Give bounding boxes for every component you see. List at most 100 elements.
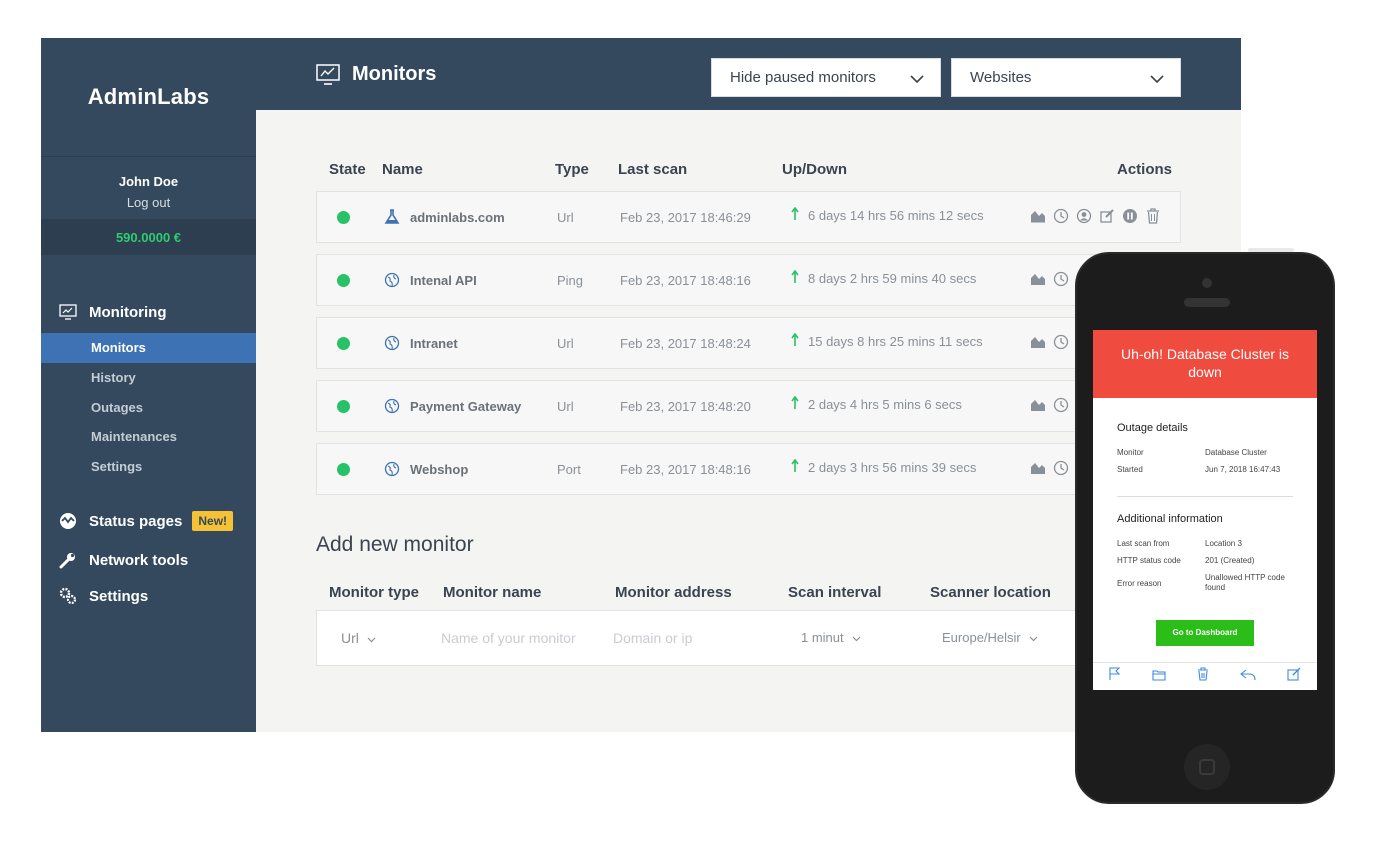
arrow-up-icon [791,206,799,224]
chevron-down-icon [910,71,924,88]
trash-icon[interactable] [1144,207,1161,224]
monitor-name[interactable]: Webshop [410,462,468,477]
phone-speaker [1184,298,1230,307]
started-value: Jun 7, 2018 16:47:43 [1205,465,1281,474]
phone-camera [1202,278,1212,288]
sidebar: AdminLabs John Doe Log out 590.0000 € Mo… [41,38,256,732]
compose-icon[interactable] [1287,667,1301,686]
scan-interval-select[interactable]: 1 minut [801,630,861,645]
nav-monitoring-header[interactable]: Monitoring [41,299,256,325]
status-up-dot [337,274,350,287]
monitor-uptime: 2 days 4 hrs 5 mins 6 secs [791,395,962,413]
col-type: Type [555,161,589,178]
uptime-text: 2 days 3 hrs 56 mins 39 secs [808,460,977,475]
last-scan-value: Location 3 [1205,539,1242,548]
history-icon[interactable] [1052,270,1069,287]
phone-screen: Uh-oh! Database Cluster is down Outage d… [1093,330,1317,690]
table-row[interactable]: Intenal API Ping Feb 23, 2017 18:48:16 8… [316,254,1181,306]
col-updown: Up/Down [782,161,847,178]
monitor-title-icon [316,63,340,86]
started-label: Started [1117,465,1143,474]
col-monitor-name: Monitor name [443,584,542,601]
monitor-name-input[interactable]: Name of your monitor [441,630,591,646]
gears-icon [59,587,77,605]
flag-icon[interactable] [1109,667,1121,686]
monitor-last-scan: Feb 23, 2017 18:48:16 [620,462,751,477]
add-monitor-title: Add new monitor [316,533,474,556]
monitor-uptime: 2 days 3 hrs 56 mins 39 secs [791,458,977,476]
history-icon[interactable] [1052,207,1069,224]
monitor-uptime: 15 days 8 hrs 25 mins 11 secs [791,332,983,350]
table-row[interactable]: Webshop Port Feb 23, 2017 18:48:16 2 day… [316,443,1181,495]
logout-link[interactable]: Log out [41,195,256,210]
account-balance: 590.0000 € [41,219,256,255]
table-row[interactable]: Intranet Url Feb 23, 2017 18:48:24 15 da… [316,317,1181,369]
sidebar-item-outages[interactable]: Outages [41,393,256,422]
sidebar-item-monitors[interactable]: Monitors [41,333,256,363]
monitor-value: Database Cluster [1205,448,1267,457]
monitor-type-select[interactable]: Url [341,630,376,646]
scanner-location-value: Europe/Helsir [942,630,1021,645]
folder-icon[interactable] [1152,668,1166,686]
http-status-value: 201 (Created) [1205,556,1255,565]
monitor-label: Monitor [1117,448,1144,457]
chevron-down-icon [1029,630,1038,645]
sidebar-item-settings-sub[interactable]: Settings [41,452,256,481]
uptime-text: 2 days 4 hrs 5 mins 6 secs [808,397,962,412]
divider [1117,496,1293,497]
pause-icon[interactable] [1121,207,1138,224]
history-icon[interactable] [1052,396,1069,413]
trash-icon[interactable] [1197,667,1209,686]
monitor-name[interactable]: adminlabs.com [410,210,505,225]
chart-icon[interactable] [1029,270,1046,287]
monitor-name[interactable]: Payment Gateway [410,399,521,414]
monitor-type: Url [557,210,574,225]
status-up-dot [337,400,350,413]
globe-icon [384,461,400,477]
error-reason-label: Error reason [1117,579,1162,588]
monitor-type-value: Websites [970,69,1032,86]
chevron-down-icon [852,630,861,645]
monitor-uptime: 8 days 2 hrs 59 mins 40 secs [791,269,976,287]
monitor-name[interactable]: Intenal API [410,273,477,288]
user-icon[interactable] [1075,207,1092,224]
app-logo[interactable]: AdminLabs [41,38,256,157]
nav-settings[interactable]: Settings [41,583,256,609]
hide-paused-value: Hide paused monitors [730,69,876,86]
sidebar-item-maintenances[interactable]: Maintenances [41,422,256,452]
chart-icon[interactable] [1029,333,1046,350]
history-icon[interactable] [1052,333,1069,350]
chevron-down-icon [367,630,376,646]
page-title-text: Monitors [352,63,437,85]
history-icon[interactable] [1052,459,1069,476]
status-up-dot [337,463,350,476]
table-row[interactable]: Payment Gateway Url Feb 23, 2017 18:48:2… [316,380,1181,432]
phone-mockup: Uh-oh! Database Cluster is down Outage d… [1075,252,1335,804]
wrench-icon [59,551,77,569]
table-row[interactable]: adminlabs.com Url Feb 23, 2017 18:46:29 … [316,191,1181,243]
user-name: John Doe [118,174,179,189]
uptime-text: 6 days 14 hrs 56 mins 12 secs [808,208,984,223]
sidebar-item-history[interactable]: History [41,363,256,393]
reply-icon[interactable] [1240,668,1256,686]
hide-paused-dropdown[interactable]: Hide paused monitors [711,58,941,97]
arrow-up-icon [791,332,799,350]
additional-info-title: Additional information [1117,513,1223,525]
nav-monitoring-label: Monitoring [89,303,167,321]
chart-icon[interactable] [1029,207,1046,224]
monitor-address-input[interactable]: Domain or ip [613,630,692,646]
monitor-name[interactable]: Intranet [410,336,458,351]
edit-icon[interactable] [1098,207,1115,224]
nav-network-tools[interactable]: Network tools [41,547,256,573]
monitor-type: Ping [557,273,584,288]
monitor-type: Url [557,336,574,351]
mail-toolbar [1093,662,1317,690]
chart-icon[interactable] [1029,459,1046,476]
nav-status-pages[interactable]: Status pages New! [41,508,256,534]
chart-icon[interactable] [1029,396,1046,413]
monitor-type-dropdown[interactable]: Websites [951,58,1181,97]
monitor-type: Port [557,462,581,477]
scanner-location-select[interactable]: Europe/Helsir [942,630,1038,645]
stage: AdminLabs John Doe Log out 590.0000 € Mo… [0,0,1376,848]
go-to-dashboard-button[interactable]: Go to Dashboard [1156,620,1254,646]
